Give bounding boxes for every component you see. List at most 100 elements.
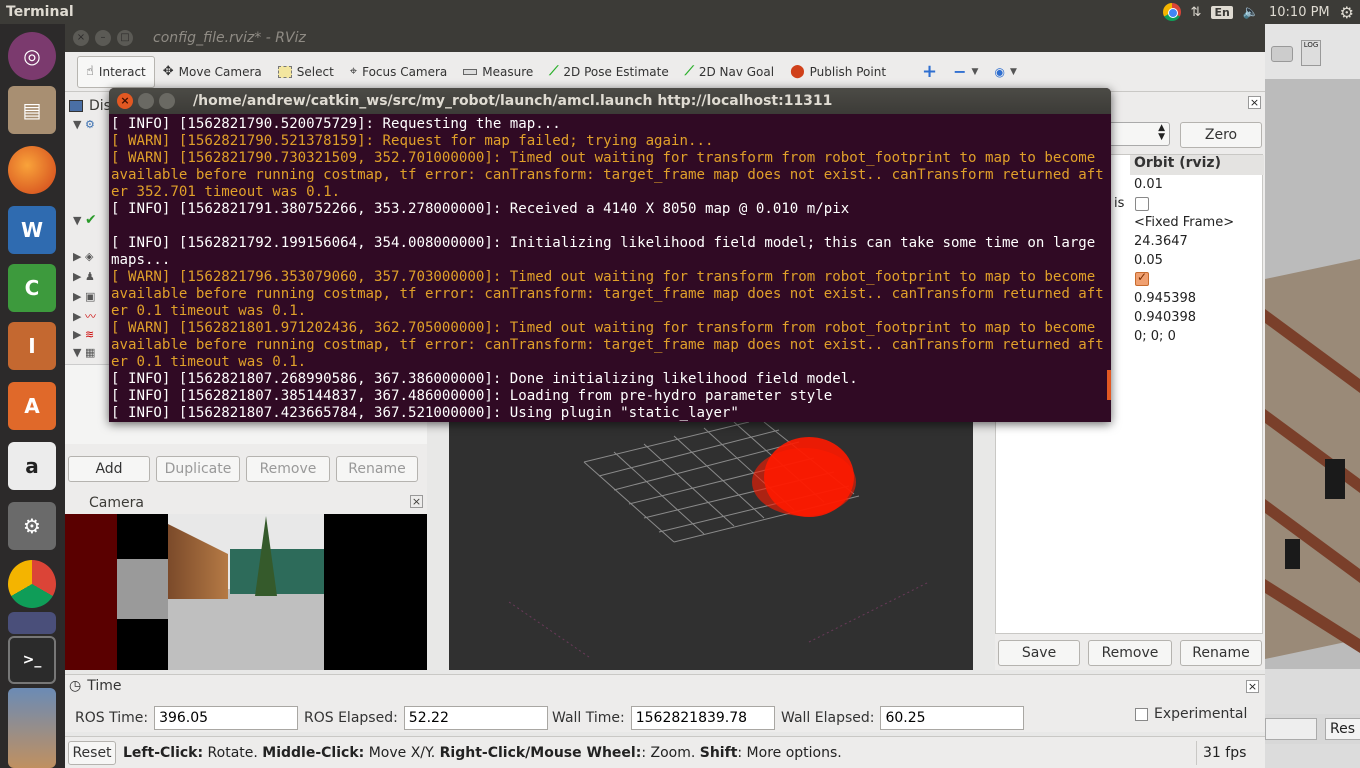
wall-elapsed-label: Wall Elapsed: bbox=[781, 710, 875, 726]
gazebo-bottom-bar: Res bbox=[1265, 714, 1360, 744]
tool-2d-pose-estimate[interactable]: ⟋ 2D Pose Estimate bbox=[541, 56, 676, 88]
camera-header: Camera × bbox=[65, 492, 427, 514]
tree-expander[interactable]: ▶ ▣ bbox=[73, 290, 95, 303]
experimental-field: Experimental bbox=[1135, 706, 1247, 722]
add-tool-button[interactable]: + bbox=[914, 56, 945, 88]
tree-expander[interactable]: ▼ ▦ bbox=[73, 346, 95, 359]
rename-display-button[interactable]: Rename bbox=[336, 456, 418, 482]
system-tray: ⇅ En 🔈 10:10 PM ⚙ bbox=[1162, 0, 1354, 24]
remove-button[interactable]: Remove bbox=[1088, 640, 1172, 666]
ubuntu-dash-icon[interactable]: ◎ bbox=[8, 32, 56, 80]
rviz-titlebar: × – □ config_file.rviz* - RViz bbox=[65, 24, 1265, 52]
remove-display-button[interactable]: Remove bbox=[246, 456, 330, 482]
minimize-window-button[interactable]: – bbox=[95, 30, 111, 46]
tool-interact[interactable]: ☝ Interact bbox=[77, 55, 155, 88]
chrome-indicator-icon[interactable] bbox=[1162, 3, 1181, 21]
save-button[interactable]: Save bbox=[998, 640, 1080, 666]
zero-button[interactable]: Zero bbox=[1180, 122, 1262, 148]
tool-measure[interactable]: Measure bbox=[455, 56, 541, 88]
tool-select[interactable]: Select bbox=[270, 56, 342, 88]
3d-scene bbox=[508, 422, 930, 658]
property-value[interactable]: 24.3647 bbox=[1134, 234, 1188, 249]
property-value[interactable]: 0.945398 bbox=[1134, 291, 1196, 306]
tree-expander[interactable]: ▼ ⚙ bbox=[73, 118, 95, 131]
terminal-window[interactable]: × /home/andrew/catkin_ws/src/my_robot/la… bbox=[109, 88, 1111, 422]
rviz-app-icon[interactable] bbox=[8, 612, 56, 634]
wall-time-field: Wall Time: bbox=[552, 706, 775, 730]
tool-label: Focus Camera bbox=[362, 64, 448, 79]
terminal-title: /home/andrew/catkin_ws/src/my_robot/laun… bbox=[193, 93, 833, 109]
tool-publish-point[interactable]: ⬤ Publish Point bbox=[782, 56, 894, 88]
gazebo-reset-button[interactable]: Res bbox=[1325, 718, 1360, 740]
libreoffice-impress-icon[interactable]: I bbox=[8, 322, 56, 370]
software-center-icon[interactable]: A bbox=[8, 382, 56, 430]
tool-label: Move Camera bbox=[178, 64, 262, 79]
terminal-scrollbar[interactable] bbox=[1107, 370, 1111, 400]
experimental-label: Experimental bbox=[1154, 706, 1248, 722]
network-icon[interactable]: ⇅ bbox=[1191, 5, 1202, 20]
properties-column-header: Orbit (rviz) bbox=[1130, 155, 1264, 175]
ros-time-input[interactable] bbox=[154, 706, 299, 730]
tree-expander[interactable]: ▶ ♟ bbox=[73, 270, 95, 283]
status-middle-click: Middle-Click: bbox=[262, 745, 365, 761]
rename-button[interactable]: Rename bbox=[1180, 640, 1262, 666]
tree-expander[interactable]: ▶ ◈ bbox=[73, 250, 93, 263]
maximize-window-button[interactable]: □ bbox=[117, 30, 133, 46]
clock[interactable]: 10:10 PM bbox=[1269, 5, 1330, 20]
tool-2d-nav-goal[interactable]: ⟋ 2D Nav Goal bbox=[677, 56, 782, 88]
maximize-icon[interactable] bbox=[159, 93, 175, 109]
close-window-button[interactable]: × bbox=[73, 30, 89, 46]
gazebo-window-partial: LOG Res bbox=[1265, 24, 1360, 768]
libreoffice-calc-icon[interactable]: C bbox=[8, 264, 56, 312]
terminal-output[interactable]: [ INFO] [1562821790.520075729]: Requesti… bbox=[109, 114, 1105, 422]
log-icon[interactable]: LOG bbox=[1301, 40, 1321, 66]
displays-icon bbox=[69, 100, 83, 112]
keyboard-layout-indicator[interactable]: En bbox=[1211, 5, 1233, 19]
reset-button[interactable]: Reset bbox=[68, 741, 116, 765]
volume-icon[interactable]: 🔈 bbox=[1243, 5, 1259, 20]
gear-icon[interactable]: ⚙ bbox=[1340, 3, 1354, 22]
3d-view[interactable] bbox=[449, 422, 973, 670]
property-checkbox[interactable] bbox=[1135, 197, 1149, 211]
property-value[interactable]: 0; 0; 0 bbox=[1134, 329, 1176, 344]
files-icon[interactable]: ▤ bbox=[8, 86, 56, 134]
property-value[interactable]: 0.940398 bbox=[1134, 310, 1196, 325]
close-icon[interactable]: × bbox=[117, 93, 133, 109]
duplicate-display-button[interactable]: Duplicate bbox=[156, 456, 240, 482]
close-icon[interactable]: × bbox=[1248, 96, 1261, 109]
close-icon[interactable]: × bbox=[1246, 680, 1259, 693]
chrome-icon[interactable] bbox=[8, 560, 56, 608]
wall-time-input[interactable] bbox=[630, 706, 775, 730]
tree-expander[interactable]: ▶ ≋ bbox=[73, 328, 94, 341]
close-icon[interactable]: × bbox=[410, 495, 423, 508]
property-value[interactable]: 0.01 bbox=[1134, 177, 1163, 192]
eye-icon[interactable]: ◉ ▼ bbox=[986, 56, 1024, 88]
property-value[interactable]: 0.05 bbox=[1134, 253, 1163, 268]
firefox-icon[interactable] bbox=[8, 146, 56, 194]
experimental-checkbox[interactable] bbox=[1135, 707, 1148, 721]
libreoffice-writer-icon[interactable]: W bbox=[8, 206, 56, 254]
camera-icon[interactable] bbox=[1271, 46, 1293, 62]
tool-move-camera[interactable]: ✥ Move Camera bbox=[155, 56, 270, 88]
move-camera-icon: ✥ bbox=[162, 64, 174, 79]
stacked-windows-icon[interactable] bbox=[8, 688, 56, 768]
add-display-button[interactable]: Add bbox=[68, 456, 150, 482]
tree-expander[interactable]: ▶ 〰 bbox=[73, 308, 96, 324]
tree-expander[interactable]: ▼ ✔ bbox=[73, 212, 97, 228]
gazebo-field[interactable] bbox=[1265, 718, 1317, 740]
ros-elapsed-label: ROS Elapsed: bbox=[304, 710, 398, 726]
property-value[interactable]: <Fixed Frame> bbox=[1134, 215, 1234, 230]
remove-tool-button[interactable]: − ▼ bbox=[945, 56, 986, 88]
tool-focus-camera[interactable]: ⌖ Focus Camera bbox=[342, 56, 456, 88]
terminal-icon[interactable]: >_ bbox=[8, 636, 56, 684]
wall-elapsed-input[interactable] bbox=[880, 706, 1025, 730]
spin-arrows-icon: ▲ ▼ bbox=[1158, 123, 1165, 142]
minimize-icon[interactable] bbox=[138, 93, 154, 109]
ros-elapsed-input[interactable] bbox=[403, 706, 548, 730]
property-checkbox-checked[interactable] bbox=[1135, 270, 1149, 286]
status-left-desc: Rotate. bbox=[203, 745, 263, 761]
clock-icon: ◷ bbox=[69, 678, 82, 694]
status-right-click: Right-Click/Mouse Wheel: bbox=[439, 745, 642, 761]
amazon-icon[interactable]: a bbox=[8, 442, 56, 490]
system-settings-icon[interactable]: ⚙ bbox=[8, 502, 56, 550]
